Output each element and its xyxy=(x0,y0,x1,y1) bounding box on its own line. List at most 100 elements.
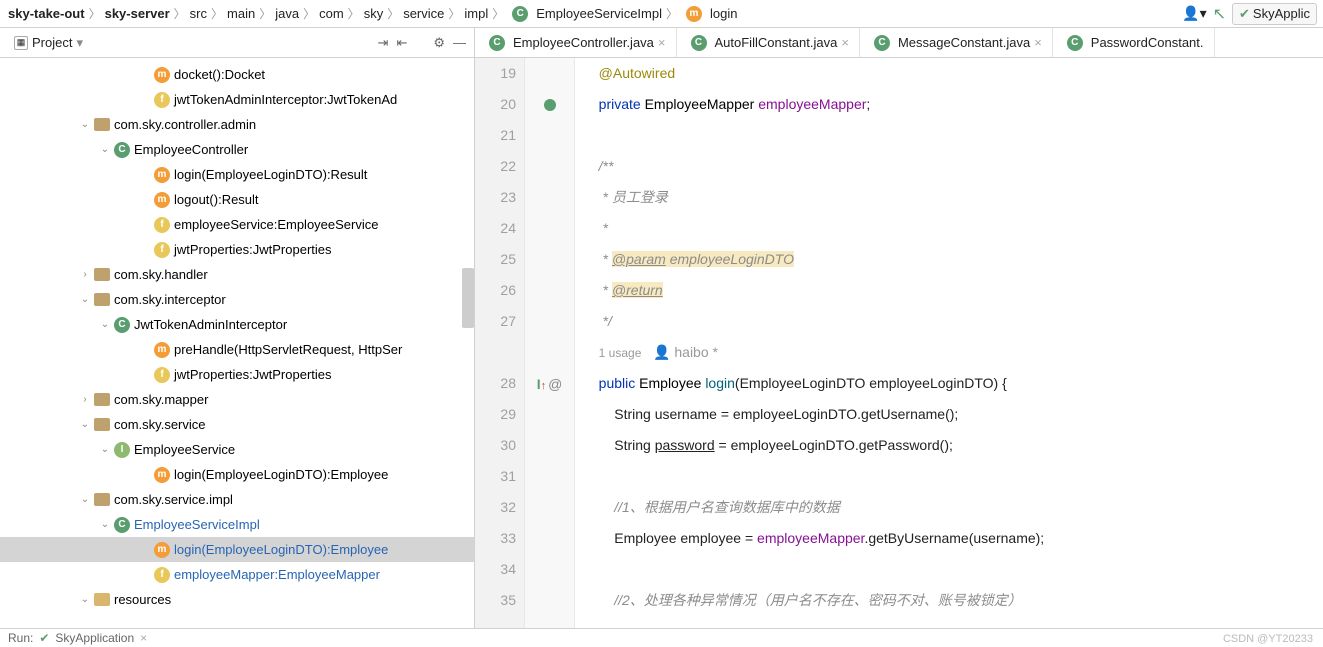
scrollbar-thumb[interactable] xyxy=(462,268,474,328)
line-number[interactable]: 19 xyxy=(475,58,516,89)
tree-arrow-icon[interactable]: › xyxy=(80,269,90,280)
tab-message-constant[interactable]: CMessageConstant.java× xyxy=(860,28,1053,57)
tree-item[interactable]: ⌄com.sky.service xyxy=(0,412,474,437)
tree-item[interactable]: ⌄IEmployeeService xyxy=(0,437,474,462)
line-number[interactable]: 34 xyxy=(475,554,516,585)
line-number[interactable]: 30 xyxy=(475,430,516,461)
tree-item[interactable]: mlogin(EmployeeLoginDTO):Employee xyxy=(0,537,474,562)
crumb[interactable]: sky xyxy=(364,6,384,21)
run-config-select[interactable]: ✔SkyApplic xyxy=(1232,3,1317,25)
tree-item[interactable]: ⌄CJwtTokenAdminInterceptor xyxy=(0,312,474,337)
line-number[interactable]: 24 xyxy=(475,213,516,244)
line-number[interactable] xyxy=(475,337,516,368)
tree-label: com.sky.controller.admin xyxy=(114,117,256,132)
author-hint[interactable]: 👤 haibo * xyxy=(653,344,718,360)
line-number[interactable]: 26 xyxy=(475,275,516,306)
collapse-icon[interactable]: ⇥ xyxy=(378,35,389,51)
crumb[interactable]: src xyxy=(190,6,207,21)
tree-item[interactable]: › com.sky.handler xyxy=(0,262,474,287)
expand-icon[interactable]: ⇤ xyxy=(396,35,407,51)
tab-autofill-constant[interactable]: CAutoFillConstant.java× xyxy=(677,28,860,57)
tree-item[interactable]: ⌄CEmployeeController xyxy=(0,137,474,162)
tree-item[interactable]: femployeeMapper:EmployeeMapper xyxy=(0,562,474,587)
override-icon[interactable]: I↑ xyxy=(537,376,546,392)
close-icon[interactable]: × xyxy=(658,35,666,50)
tree-arrow-icon[interactable]: ⌄ xyxy=(80,294,90,305)
tab-password-constant[interactable]: CPasswordConstant. xyxy=(1053,28,1215,57)
hide-icon[interactable]: — xyxy=(453,35,466,50)
tree-arrow-icon[interactable]: ⌄ xyxy=(100,144,110,155)
close-icon[interactable]: × xyxy=(841,35,849,50)
tree-item[interactable]: ⌄ com.sky.controller.admin xyxy=(0,112,474,137)
tree-item[interactable]: ⌄com.sky.interceptor xyxy=(0,287,474,312)
class-icon: C xyxy=(874,35,890,51)
bean-icon[interactable] xyxy=(544,99,556,111)
tree-arrow-icon[interactable]: ⌄ xyxy=(80,494,90,505)
breadcrumb-separator: 〉 xyxy=(174,5,186,22)
crumb[interactable]: impl xyxy=(464,6,488,21)
project-view-select[interactable]: ▦ Project ▾ xyxy=(0,28,155,57)
m-icon: m xyxy=(154,542,170,558)
class-icon: C xyxy=(512,6,528,22)
crumb[interactable]: mlogin xyxy=(682,6,737,22)
tree-item[interactable]: fjwtProperties:JwtProperties xyxy=(0,362,474,387)
code-editor[interactable]: 1920212223242526272829303132333435 I↑ @ … xyxy=(475,58,1323,628)
toolbar-row: ▦ Project ▾ ⇥ ⇤ ⚙ — CEmployeeController.… xyxy=(0,28,1323,58)
tree-item[interactable]: mdocket():Docket xyxy=(0,62,474,87)
crumb[interactable]: com xyxy=(319,6,344,21)
run-app-name[interactable]: SkyApplication xyxy=(55,631,134,645)
tree-arrow-icon[interactable]: ⌄ xyxy=(80,119,90,130)
code-area[interactable]: @Autowired private EmployeeMapper employ… xyxy=(575,58,1323,628)
tree-item[interactable]: mlogin(EmployeeLoginDTO):Employee xyxy=(0,462,474,487)
tree-label: resources xyxy=(114,592,171,607)
tree-item[interactable]: ›com.sky.mapper xyxy=(0,387,474,412)
tree-item[interactable]: ⌄com.sky.service.impl xyxy=(0,487,474,512)
line-number[interactable]: 22 xyxy=(475,151,516,182)
user-icon[interactable]: 👤▾ xyxy=(1182,5,1206,22)
crumb[interactable]: service xyxy=(403,6,444,21)
line-number[interactable]: 31 xyxy=(475,461,516,492)
tree-arrow-icon[interactable]: ⌄ xyxy=(80,594,90,605)
tab-employee-controller[interactable]: CEmployeeController.java× xyxy=(475,28,677,57)
tree-item[interactable]: ⌄CEmployeeServiceImpl xyxy=(0,512,474,537)
crumb[interactable]: CEmployeeServiceImpl xyxy=(508,6,662,22)
tree-arrow-icon[interactable]: ⌄ xyxy=(100,319,110,330)
tree-item[interactable]: femployeeService:EmployeeService xyxy=(0,212,474,237)
run-label[interactable]: Run: xyxy=(8,631,33,645)
line-number[interactable]: 35 xyxy=(475,585,516,616)
tree-item[interactable]: mpreHandle(HttpServletRequest, HttpSer xyxy=(0,337,474,362)
line-number[interactable]: 23 xyxy=(475,182,516,213)
tree-arrow-icon[interactable]: › xyxy=(80,394,90,405)
tree-label: com.sky.handler xyxy=(114,267,208,282)
tree-arrow-icon[interactable]: ⌄ xyxy=(100,519,110,530)
crumb[interactable]: main xyxy=(227,6,255,21)
tree-item[interactable]: mlogin(EmployeeLoginDTO):Result xyxy=(0,162,474,187)
line-number[interactable]: 25 xyxy=(475,244,516,275)
run-app-icon[interactable]: ✔ xyxy=(39,631,49,645)
line-number[interactable]: 20 xyxy=(475,89,516,120)
tree-item[interactable]: mlogout():Result xyxy=(0,187,474,212)
line-number[interactable]: 21 xyxy=(475,120,516,151)
tree-item[interactable]: ⌄ resources xyxy=(0,587,474,612)
usage-hint[interactable]: 1 usage xyxy=(599,346,642,360)
tree-arrow-icon[interactable]: ⌄ xyxy=(80,419,90,430)
close-icon[interactable]: × xyxy=(1034,35,1042,50)
tree-item[interactable]: fjwtTokenAdminInterceptor:JwtTokenAd xyxy=(0,87,474,112)
project-icon: ▦ xyxy=(14,36,28,50)
tree-item[interactable]: fjwtProperties:JwtProperties xyxy=(0,237,474,262)
line-number[interactable]: 29 xyxy=(475,399,516,430)
line-number[interactable]: 28 xyxy=(475,368,516,399)
back-arrow-icon[interactable]: ↖ xyxy=(1213,4,1226,24)
close-icon[interactable]: × xyxy=(140,631,147,645)
gear-icon[interactable]: ⚙ xyxy=(433,35,445,51)
folder-icon xyxy=(94,268,110,281)
line-number[interactable]: 27 xyxy=(475,306,516,337)
line-number[interactable]: 33 xyxy=(475,523,516,554)
crumb[interactable]: sky-take-out xyxy=(8,6,85,21)
folder-icon xyxy=(94,118,110,131)
crumb[interactable]: sky-server xyxy=(105,6,170,21)
line-number[interactable]: 32 xyxy=(475,492,516,523)
crumb[interactable]: java xyxy=(275,6,299,21)
class-icon: C xyxy=(691,35,707,51)
tree-arrow-icon[interactable]: ⌄ xyxy=(100,444,110,455)
